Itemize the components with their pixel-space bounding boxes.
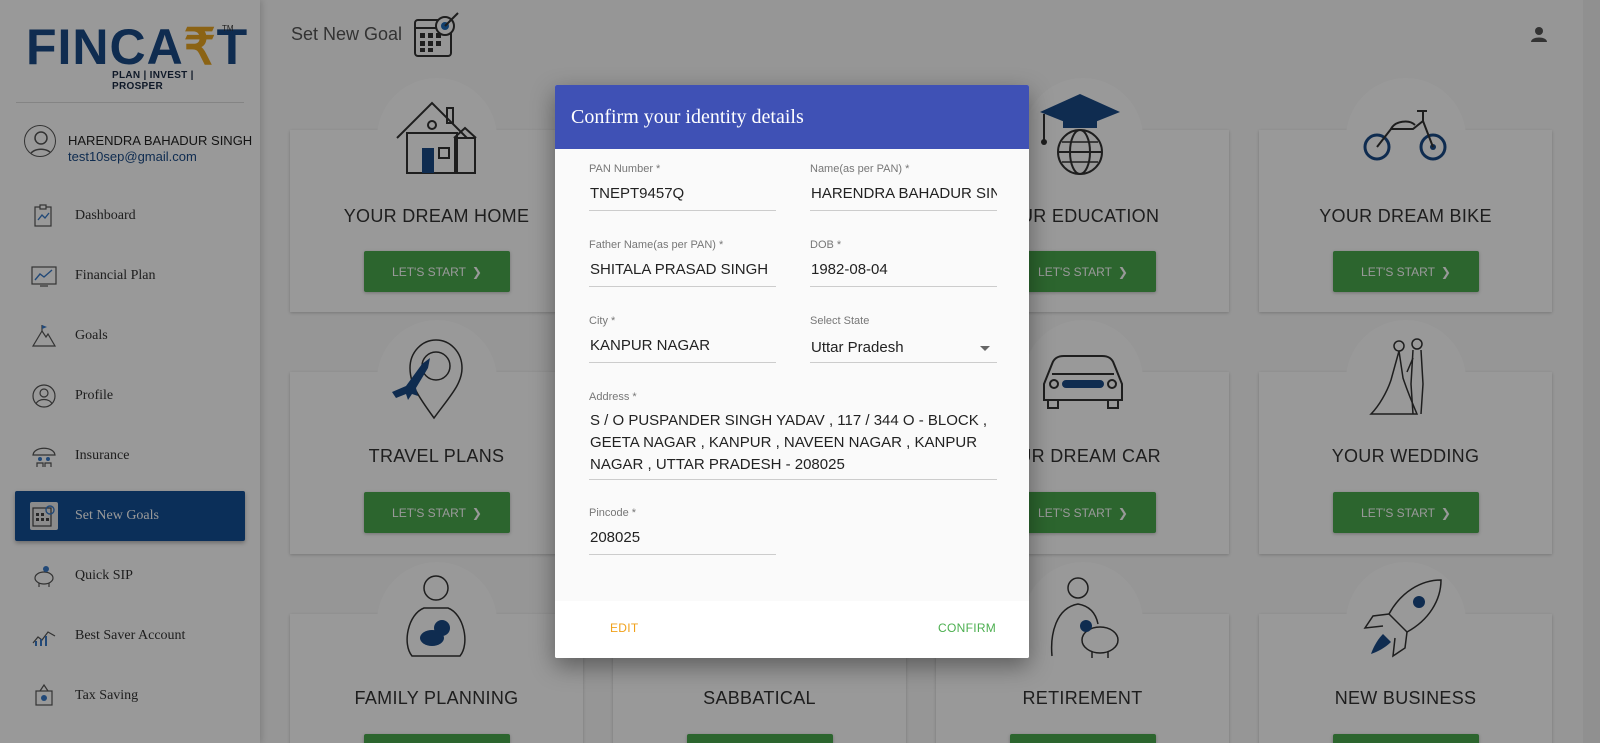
pan-number-input[interactable]: TNEPT9457Q xyxy=(590,185,776,202)
dialog-title: Confirm your identity details xyxy=(571,105,804,128)
dob-input[interactable]: 1982-08-04 xyxy=(811,261,997,278)
confirm-button[interactable]: CONFIRM xyxy=(938,621,996,635)
field-label: Father Name(as per PAN) * xyxy=(589,239,724,251)
field-label: PAN Number * xyxy=(589,163,661,175)
edit-button[interactable]: EDIT xyxy=(610,621,639,635)
field-underline xyxy=(589,479,997,480)
state-select-value[interactable]: Uttar Pradesh xyxy=(811,339,971,356)
address-textarea[interactable]: S / O PUSPANDER SINGH YADAV , 117 / 344 … xyxy=(590,410,990,476)
field-underline xyxy=(810,286,997,287)
field-underline xyxy=(589,554,776,555)
city-input[interactable]: KANPUR NAGAR xyxy=(590,337,776,354)
field-label: Address * xyxy=(589,391,637,403)
pincode-field[interactable]: Pincode * 208025 xyxy=(589,507,776,559)
field-label: Name(as per PAN) * xyxy=(810,163,910,175)
address-field[interactable]: Address * S / O PUSPANDER SINGH YADAV , … xyxy=(589,391,997,483)
father-name-input[interactable]: SHITALA PRASAD SINGH xyxy=(590,261,776,278)
field-underline xyxy=(589,210,776,211)
dob-field[interactable]: DOB * 1982-08-04 xyxy=(810,239,997,291)
field-label: Pincode * xyxy=(589,507,637,519)
identity-dialog: Confirm your identity details PAN Number… xyxy=(555,85,1029,658)
field-underline xyxy=(589,286,776,287)
dialog-actions: EDIT CONFIRM xyxy=(555,601,1029,658)
state-select[interactable]: Select State Uttar Pradesh xyxy=(810,315,997,367)
field-underline xyxy=(589,362,776,363)
field-label: City * xyxy=(589,315,616,327)
field-underline xyxy=(810,362,997,363)
father-name-field[interactable]: Father Name(as per PAN) * SHITALA PRASAD… xyxy=(589,239,776,291)
field-label: DOB * xyxy=(810,239,842,251)
pan-number-field[interactable]: PAN Number * TNEPT9457Q xyxy=(589,163,776,215)
dialog-header: Confirm your identity details xyxy=(555,85,1029,149)
chevron-down-icon[interactable] xyxy=(980,346,990,351)
pincode-input[interactable]: 208025 xyxy=(590,529,776,546)
field-label: Select State xyxy=(810,315,870,327)
field-underline xyxy=(810,210,997,211)
city-field[interactable]: City * KANPUR NAGAR xyxy=(589,315,776,367)
pan-name-field[interactable]: Name(as per PAN) * HARENDRA BAHADUR SING… xyxy=(810,163,997,215)
pan-name-input[interactable]: HARENDRA BAHADUR SINGH xyxy=(811,185,997,202)
